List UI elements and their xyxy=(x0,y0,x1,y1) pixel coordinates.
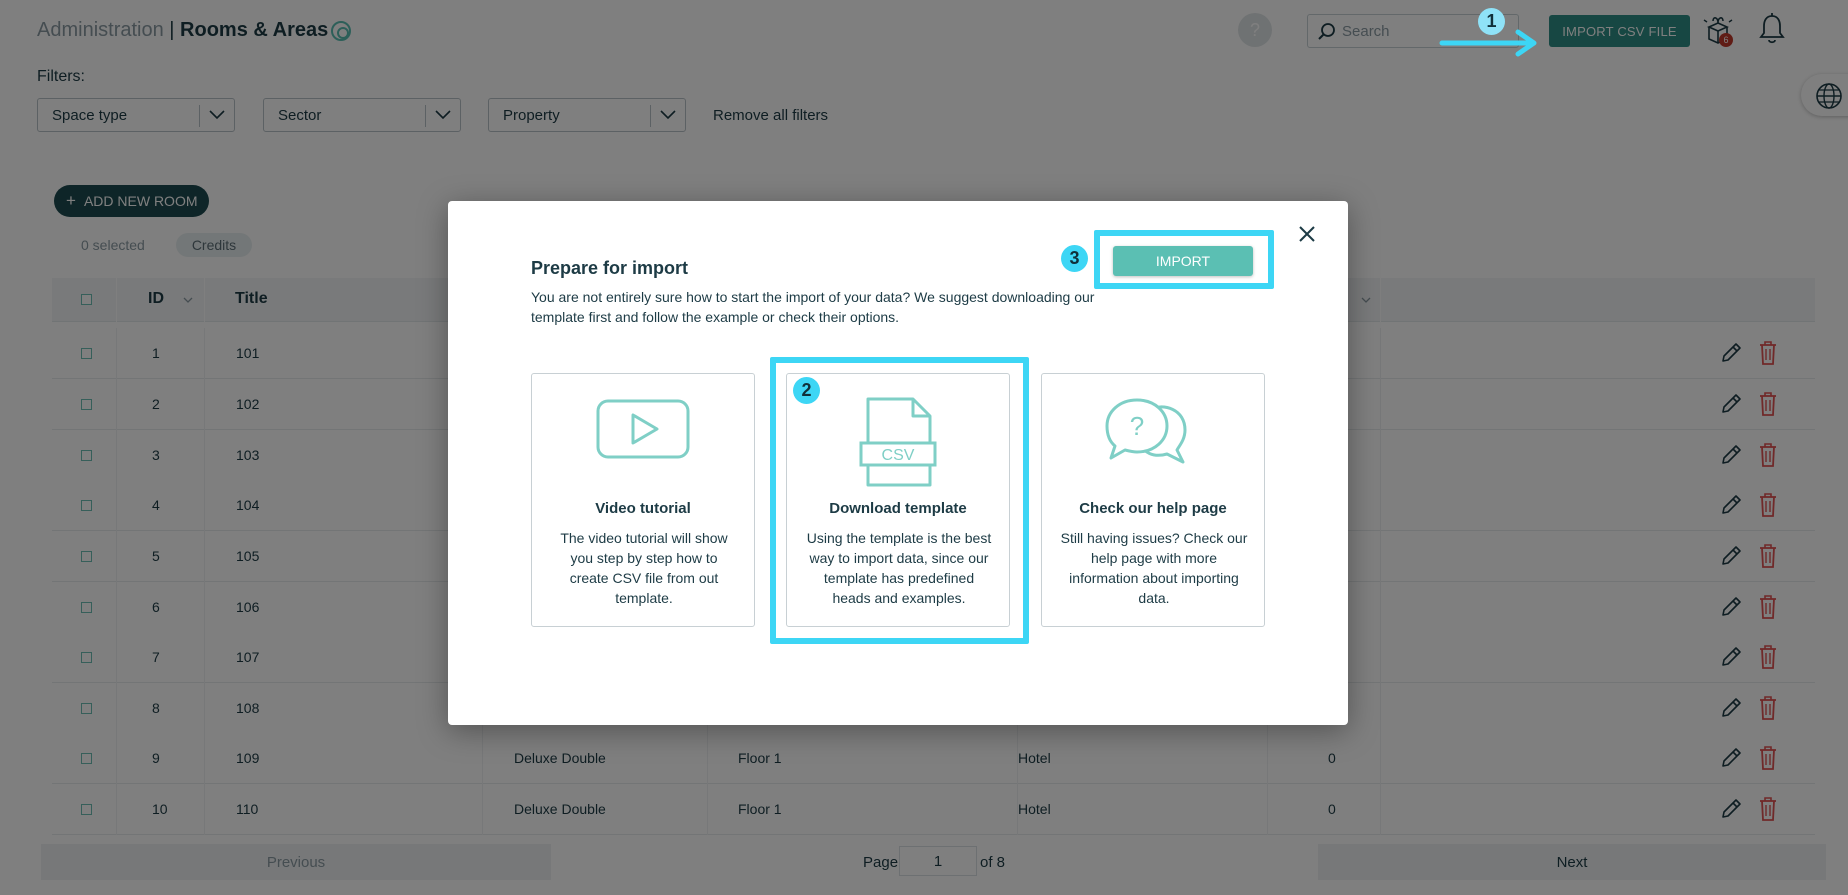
card-help-page[interactable]: ? Check our help page Still having issue… xyxy=(1041,373,1265,627)
card-video-tutorial[interactable]: Video tutorial The video tutorial will s… xyxy=(531,373,755,627)
question-mark: ? xyxy=(1130,411,1144,441)
video-play-icon xyxy=(596,399,690,459)
annotation-highlight-import xyxy=(1094,230,1274,289)
modal-description: You are not entirely sure how to start t… xyxy=(531,289,1095,325)
card-title: Check our help page xyxy=(1079,500,1227,517)
annotation-step-2: 2 xyxy=(793,377,820,404)
card-description: Still having issues? Check our help page… xyxy=(1060,530,1248,606)
card-description: The video tutorial will show you step by… xyxy=(560,530,728,606)
annotation-step-3: 3 xyxy=(1061,245,1088,272)
close-icon[interactable] xyxy=(1297,224,1317,244)
modal-title: Prepare for import xyxy=(531,258,689,278)
annotation-step-1: 1 xyxy=(1478,8,1505,35)
help-chat-icon: ? xyxy=(1105,398,1187,464)
card-title: Video tutorial xyxy=(595,500,691,517)
